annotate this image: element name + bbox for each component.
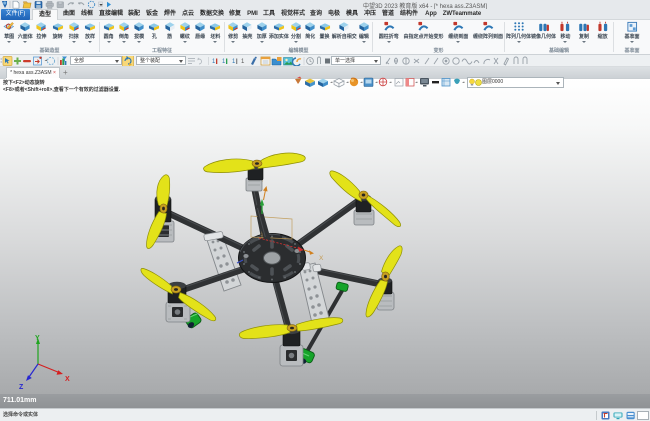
svg-text:Z: Z xyxy=(19,384,24,391)
svg-text:X: X xyxy=(319,255,324,262)
svg-text:1: 1 xyxy=(222,59,226,65)
svg-text:X: X xyxy=(65,376,70,383)
svg-text:1: 1 xyxy=(241,59,245,65)
svg-text:1: 1 xyxy=(232,59,236,65)
svg-text:Y: Y xyxy=(35,335,40,342)
svg-text:1: 1 xyxy=(212,59,216,65)
